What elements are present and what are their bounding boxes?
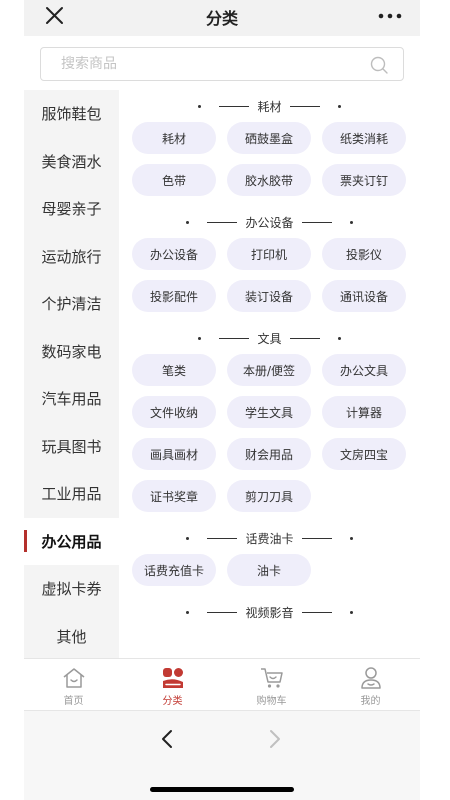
section-title: 文具 xyxy=(119,322,420,354)
subcategory-tag[interactable]: 投影仪 xyxy=(322,238,406,270)
divider-dot xyxy=(337,336,341,340)
home-icon xyxy=(63,668,84,688)
sidebar-item[interactable]: 运动旅行 xyxy=(24,233,119,281)
section-title: 视频影音 xyxy=(119,596,420,628)
divider-line xyxy=(289,105,320,107)
sidebar-item[interactable]: 数码家电 xyxy=(24,328,119,376)
tab-profile[interactable]: 我的 xyxy=(321,659,420,710)
section-title: 话费油卡 xyxy=(119,522,420,554)
more-dots-icon[interactable] xyxy=(376,6,404,26)
subcategory-tag[interactable]: 文房四宝 xyxy=(322,438,406,470)
sidebar-item[interactable]: 服饰鞋包 xyxy=(24,90,119,138)
subcategory-tag[interactable]: 本册/便签 xyxy=(227,354,311,386)
subcategory-tag[interactable]: 通讯设备 xyxy=(322,280,406,312)
divider-dot xyxy=(198,336,202,340)
section-title: 办公设备 xyxy=(119,206,420,238)
tag-grid: 办公设备 打印机 投影仪投影配件 装订设备 通讯设备 xyxy=(119,238,420,322)
top-bar: 分类 xyxy=(24,0,420,36)
tab-label: 我的 xyxy=(360,696,381,707)
subcategory-tag[interactable]: 投影配件 xyxy=(132,280,216,312)
sidebar-item[interactable]: 玩具图书 xyxy=(24,423,119,471)
subcategory-tag[interactable]: 胶水胶带 xyxy=(227,164,311,196)
divider-dot xyxy=(349,220,353,224)
cart-icon xyxy=(260,668,283,688)
subcategory-tag[interactable]: 油卡 xyxy=(227,554,311,586)
app-window: 分类 服饰鞋包美食酒水母婴亲子运动旅行个护清洁数码家电汽车用品玩具图书工业用品办… xyxy=(24,0,420,800)
divider-line xyxy=(207,221,238,223)
subcategory-tag[interactable]: 学生文具 xyxy=(227,396,311,428)
search-bar xyxy=(40,47,404,81)
tab-label: 分类 xyxy=(162,696,183,707)
subcategory-tag[interactable]: 装订设备 xyxy=(227,280,311,312)
subcategory-tag[interactable]: 办公文具 xyxy=(322,354,406,386)
divider-dot xyxy=(349,610,353,614)
divider-line xyxy=(207,611,238,613)
tab-category[interactable]: 分类 xyxy=(123,659,222,710)
divider-line xyxy=(219,337,250,339)
subcategory-tag[interactable]: 画具画材 xyxy=(132,438,216,470)
subcategory-tag[interactable]: 硒鼓墨盒 xyxy=(227,122,311,154)
sidebar-item[interactable]: 个护清洁 xyxy=(24,280,119,328)
home-indicator xyxy=(150,787,294,792)
subcategory-tag[interactable]: 色带 xyxy=(132,164,216,196)
subcategory-tag[interactable]: 话费充值卡 xyxy=(132,554,216,586)
divider-line xyxy=(207,537,238,539)
sidebar-item[interactable]: 汽车用品 xyxy=(24,375,119,423)
sidebar-item[interactable]: 办公用品 xyxy=(24,517,119,565)
subcategory-tag[interactable]: 证书奖章 xyxy=(132,480,216,512)
sidebar-item[interactable]: 美食酒水 xyxy=(24,138,119,186)
divider-line xyxy=(219,105,250,107)
divider-dot xyxy=(186,610,190,614)
category-icon xyxy=(162,668,183,688)
divider-dot xyxy=(186,536,190,540)
tag-grid: 笔类 本册/便签 办公文具文件收纳 学生文具 计算器画具画材 财会用品 文房四宝证书奖章 剪刀… xyxy=(119,354,420,522)
chevron-left-icon[interactable] xyxy=(156,727,180,751)
tab-cart[interactable]: 购物车 xyxy=(222,659,321,710)
subcategory-tag[interactable]: 纸类消耗 xyxy=(322,122,406,154)
subcategory-tag[interactable]: 办公设备 xyxy=(132,238,216,270)
divider-dot xyxy=(337,104,341,108)
tag-grid: 话费充值卡 油卡 xyxy=(119,554,420,596)
bottom-tab-bar: 首页 分类 购物车 我的 xyxy=(24,658,420,710)
search-icon[interactable] xyxy=(369,55,389,75)
divider-dot xyxy=(349,536,353,540)
category-sidebar: 服饰鞋包 美食酒水 母婴亲子 运动旅行 个护清洁 数码家电 汽车用品 玩具图书 工业用品 办公用品… xyxy=(24,90,119,658)
subcategory-panel: 耗材 耗材 硒鼓墨盒 纸类消耗 色带 胶水胶带 票夹订钉 办公设备 办公设备 打印机 投影仪 投影配件… xyxy=(119,90,420,658)
divider-line xyxy=(301,537,332,539)
subcategory-tag[interactable]: 剪刀刀具 xyxy=(227,480,311,512)
divider-line xyxy=(301,611,332,613)
section-title-label: 视频影音 xyxy=(245,605,294,620)
sidebar-item[interactable]: 其他 xyxy=(24,613,119,659)
divider-line xyxy=(289,337,320,339)
subcategory-tag[interactable]: 笔类 xyxy=(132,354,216,386)
chevron-right-icon[interactable] xyxy=(262,727,286,751)
sidebar-item[interactable]: 虚拟卡券 xyxy=(24,565,119,613)
browser-nav-bar xyxy=(24,710,420,800)
sidebar-item[interactable]: 母婴亲子 xyxy=(24,185,119,233)
profile-icon xyxy=(360,667,381,689)
search-input[interactable] xyxy=(61,54,361,74)
section-title-label: 文具 xyxy=(257,331,282,346)
section-title: 耗材 xyxy=(119,90,420,122)
subcategory-tag[interactable]: 文件收纳 xyxy=(132,396,216,428)
screen: 分类 服饰鞋包美食酒水母婴亲子运动旅行个护清洁数码家电汽车用品玩具图书工业用品办… xyxy=(0,0,450,800)
tab-label: 购物车 xyxy=(256,696,287,707)
subcategory-tag[interactable]: 耗材 xyxy=(132,122,216,154)
sidebar-item[interactable]: 工业用品 xyxy=(24,470,119,518)
page-title: 分类 xyxy=(205,9,238,28)
subcategory-tag[interactable]: 计算器 xyxy=(322,396,406,428)
divider-line xyxy=(301,221,332,223)
tag-grid: 耗材 硒鼓墨盒 纸类消耗色带 胶水胶带 票夹订钉 xyxy=(119,122,420,206)
subcategory-tag[interactable]: 财会用品 xyxy=(227,438,311,470)
divider-dot xyxy=(186,220,190,224)
section-title-label: 话费油卡 xyxy=(245,531,294,546)
tab-label: 首页 xyxy=(63,696,84,707)
subcategory-tag[interactable]: 票夹订钉 xyxy=(322,164,406,196)
subcategory-tag[interactable]: 打印机 xyxy=(227,238,311,270)
section-title-label: 办公设备 xyxy=(245,215,294,230)
divider-dot xyxy=(198,104,202,108)
section-title-label: 耗材 xyxy=(257,99,282,114)
tab-home[interactable]: 首页 xyxy=(24,659,123,710)
